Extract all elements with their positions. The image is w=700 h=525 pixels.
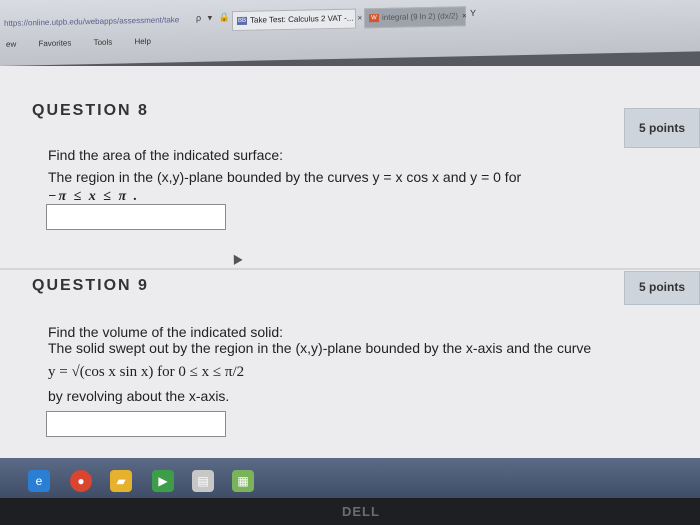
blackboard-icon: BB (237, 16, 247, 25)
close-icon[interactable]: × (462, 11, 467, 20)
menu-item-tools[interactable]: Tools (94, 38, 113, 47)
monitor-bezel: DELL (0, 498, 700, 525)
new-tab-button[interactable]: Y (470, 8, 476, 18)
test-content: QUESTION 8 5 points Find the area of the… (0, 66, 700, 458)
menu-item-favorites[interactable]: Favorites (38, 39, 71, 49)
tab-label: integral (9 ln 2) (dx/2) (382, 11, 459, 22)
question-text: The region in the (x,y)-plane bounded by… (48, 169, 522, 185)
question-curve: y = √(cos x sin x) for 0 ≤ x ≤ π/2 (48, 364, 245, 380)
answer-input[interactable] (46, 204, 226, 230)
tab-take-test[interactable]: BB Take Test: Calculus 2 VAT -... × (232, 8, 362, 32)
close-icon[interactable]: × (357, 13, 362, 22)
folder-icon[interactable]: ▰ (110, 470, 132, 492)
answer-input[interactable] (46, 411, 226, 437)
address-bar[interactable]: https://online.utpb.edu/webapps/assessme… (0, 9, 224, 34)
points-badge: 5 points (624, 271, 700, 305)
question-prompt: Find the area of the indicated surface: (48, 147, 284, 163)
media-icon[interactable]: ▶ (152, 470, 174, 492)
photo-frame: https://online.utpb.edu/webapps/assessme… (0, 0, 700, 525)
question-text: The solid swept out by the region in the… (48, 340, 592, 356)
calculator-icon[interactable]: ▦ (232, 470, 254, 492)
wolfram-icon: W (369, 13, 379, 23)
question-text: by revolving about the x-axis. (48, 388, 230, 404)
taskbar: e ● ▰ ▶ ▤ ▦ (0, 458, 700, 498)
question-9: QUESTION 9 5 points Find the volume of t… (0, 271, 700, 455)
menu-item-view[interactable]: ew (6, 40, 16, 49)
question-header: QUESTION 8 (32, 102, 149, 119)
tab-label: Take Test: Calculus 2 VAT -... (250, 13, 354, 25)
points-badge: 5 points (624, 108, 700, 148)
question-divider (0, 268, 700, 270)
question-header: QUESTION 9 (32, 277, 149, 294)
menu-item-help[interactable]: Help (135, 37, 151, 46)
question-8: QUESTION 8 5 points Find the area of the… (0, 96, 700, 268)
browser-chrome: https://online.utpb.edu/webapps/assessme… (0, 0, 700, 67)
tab-integral[interactable]: Wintegral (9 ln 2) (dx/2) × (364, 6, 467, 29)
ie-icon[interactable]: e (28, 470, 50, 492)
monitor-logo: DELL (342, 504, 380, 519)
document-icon[interactable]: ▤ (192, 470, 214, 492)
chrome-icon[interactable]: ● (70, 470, 92, 492)
